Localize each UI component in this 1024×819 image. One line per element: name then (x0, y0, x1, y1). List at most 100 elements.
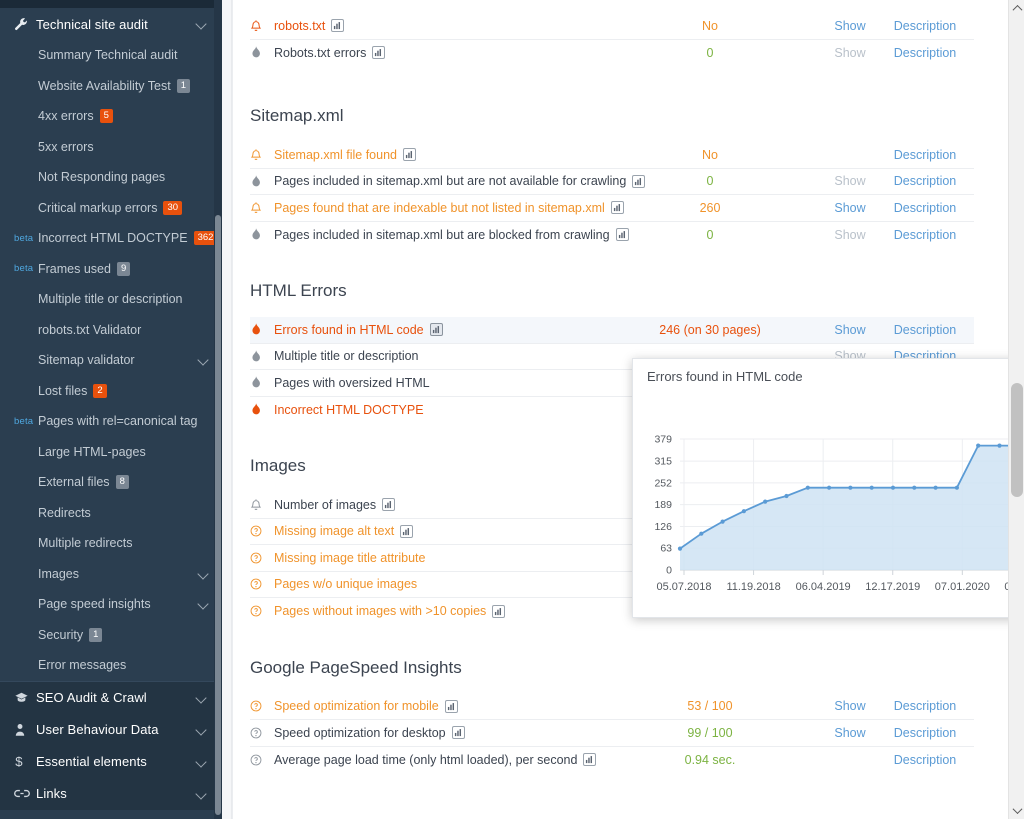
description-link[interactable]: Description (880, 228, 970, 242)
audit-row: Sitemap.xml file foundNoDescription (250, 142, 974, 169)
mini-chart-icon[interactable] (445, 700, 458, 713)
sidebar-item-label: Sitemap validator (38, 353, 135, 367)
sidebar-item-external-files[interactable]: betaExternal files8 (0, 467, 222, 498)
description-link[interactable]: Description (880, 46, 970, 60)
chevron-down-icon[interactable] (198, 598, 210, 610)
description-link[interactable]: Description (880, 174, 970, 188)
flame-icon (250, 228, 274, 241)
scrollbar-thumb[interactable] (1011, 383, 1023, 497)
show-link[interactable]: Show (820, 726, 880, 740)
chevron-down-icon[interactable] (198, 354, 210, 366)
sitemap-rows: Sitemap.xml file foundNoDescription Pages… (250, 142, 974, 248)
vertical-scrollbar[interactable] (1008, 0, 1024, 819)
show-link[interactable]: Show (820, 46, 880, 60)
sidebar-group-label: User Behaviour Data (36, 722, 196, 737)
sidebar-item-label: Security (38, 628, 83, 642)
layout-gap-column (222, 0, 232, 819)
sidebar-item-pages-with-rel-canonical-tag[interactable]: betaPages with rel=canonical tag (0, 406, 222, 437)
description-link[interactable]: Description (880, 726, 970, 740)
sidebar-item-website-availability-test[interactable]: betaWebsite Availability Test1 (0, 71, 222, 102)
scroll-down-arrow-icon[interactable] (1009, 802, 1024, 819)
show-link[interactable]: Show (820, 201, 880, 215)
sidebar-item-4xx-errors[interactable]: beta4xx errors5 (0, 101, 222, 132)
sidebar-group-user-behaviour-data[interactable]: User Behaviour Data (0, 714, 222, 746)
sidebar-item-label: 5xx errors (38, 140, 94, 154)
sidebar-group-label: SEO Audit & Crawl (36, 690, 196, 705)
mini-chart-icon[interactable] (583, 753, 596, 766)
sidebar-item-not-responding-pages[interactable]: betaNot Responding pages (0, 162, 222, 193)
mini-chart-icon[interactable] (331, 19, 344, 32)
sidebar-group-essential-elements[interactable]: $Essential elements (0, 746, 222, 778)
sidebar-item-multiple-redirects[interactable]: betaMultiple redirects (0, 528, 222, 559)
beta-tag: beta (14, 416, 38, 427)
sidebar-item-lost-files[interactable]: betaLost files2 (0, 376, 222, 407)
mini-chart-icon[interactable] (403, 148, 416, 161)
audit-row-label: Pages with oversized HTML (274, 376, 430, 390)
description-link[interactable]: Description (880, 323, 970, 337)
sidebar: Technical site audit betaSummary Technic… (0, 0, 222, 819)
sidebar-item-frames-used[interactable]: betaFrames used9 (0, 254, 222, 285)
chevron-down-icon[interactable] (196, 724, 208, 736)
sidebar-group-seo-audit-crawl[interactable]: SEO Audit & Crawl (0, 682, 222, 714)
show-link[interactable]: Show (820, 228, 880, 242)
sidebar-item-incorrect-html-doctype[interactable]: betaIncorrect HTML DOCTYPE362 (0, 223, 222, 254)
mini-chart-icon[interactable] (492, 605, 505, 618)
sidebar-item-images[interactable]: betaImages (0, 559, 222, 590)
sidebar-scrollbar-thumb[interactable] (215, 215, 221, 815)
flame-icon (250, 350, 274, 363)
chevron-down-icon[interactable] (196, 756, 208, 768)
mini-chart-icon[interactable] (616, 228, 629, 241)
show-link[interactable]: Show (820, 323, 880, 337)
description-link[interactable]: Description (880, 19, 970, 33)
audit-row: Speed optimization for desktop99 / 100Sh… (250, 720, 974, 747)
scroll-up-arrow-icon[interactable] (1009, 0, 1024, 17)
sidebar-item-security[interactable]: betaSecurity1 (0, 620, 222, 651)
svg-text:63: 63 (660, 543, 672, 555)
description-link[interactable]: Description (880, 699, 970, 713)
mini-chart-icon[interactable] (372, 46, 385, 59)
sidebar-item-robots-txt-validator[interactable]: betarobots.txt Validator (0, 315, 222, 346)
show-link[interactable]: Show (820, 174, 880, 188)
description-link[interactable]: Description (880, 148, 970, 162)
dollar-icon: $ (14, 754, 36, 769)
sidebar-item-page-speed-insights[interactable]: betaPage speed insights (0, 589, 222, 620)
section-title-html-errors: HTML Errors (250, 281, 974, 301)
sidebar-group-technical-site-audit[interactable]: Technical site audit (0, 8, 222, 40)
sidebar-item-summary-technical-audit[interactable]: betaSummary Technical audit (0, 40, 222, 71)
audit-row: Pages found that are indexable but not l… (250, 195, 974, 222)
mini-chart-icon[interactable] (400, 525, 413, 538)
sidebar-item-large-html-pages[interactable]: betaLarge HTML-pages (0, 437, 222, 468)
svg-text:$: $ (15, 754, 23, 769)
sidebar-item-error-messages[interactable]: betaError messages (0, 650, 222, 681)
description-link[interactable]: Description (880, 753, 970, 767)
show-link[interactable]: Show (820, 699, 880, 713)
flame-icon (250, 46, 274, 59)
description-link[interactable]: Description (880, 201, 970, 215)
question-icon (250, 525, 274, 537)
sidebar-item-redirects[interactable]: betaRedirects (0, 498, 222, 529)
sidebar-item-badge: 1 (177, 79, 190, 93)
sidebar-item-multiple-title-or-description[interactable]: betaMultiple title or description (0, 284, 222, 315)
show-link[interactable]: Show (820, 19, 880, 33)
svg-text:126: 126 (654, 521, 672, 533)
mini-chart-icon[interactable] (452, 726, 465, 739)
mini-chart-icon[interactable] (632, 175, 645, 188)
sidebar-group-links[interactable]: Links (0, 778, 222, 810)
sidebar-item-badge: 8 (116, 475, 129, 489)
sidebar-item-critical-markup-errors[interactable]: betaCritical markup errors30 (0, 193, 222, 224)
chevron-down-icon[interactable] (198, 568, 210, 580)
sidebar-item-5xx-errors[interactable]: beta5xx errors (0, 132, 222, 163)
chevron-down-icon[interactable] (196, 788, 208, 800)
chevron-down-icon[interactable] (196, 692, 208, 704)
audit-row-value: 246 (on 30 pages) (650, 323, 770, 337)
audit-row: Average page load time (only html loaded… (250, 747, 974, 774)
audit-row-value: 53 / 100 (650, 699, 770, 713)
chart-modal: Errors found in HTML code ✕ 063126189252… (632, 358, 1024, 618)
question-icon (250, 700, 274, 712)
mini-chart-icon[interactable] (430, 323, 443, 336)
section-title-pagespeed: Google PageSpeed Insights (250, 658, 974, 678)
mini-chart-icon[interactable] (382, 498, 395, 511)
sidebar-scrollbar[interactable] (214, 0, 222, 819)
sidebar-item-sitemap-validator[interactable]: betaSitemap validator (0, 345, 222, 376)
mini-chart-icon[interactable] (611, 201, 624, 214)
